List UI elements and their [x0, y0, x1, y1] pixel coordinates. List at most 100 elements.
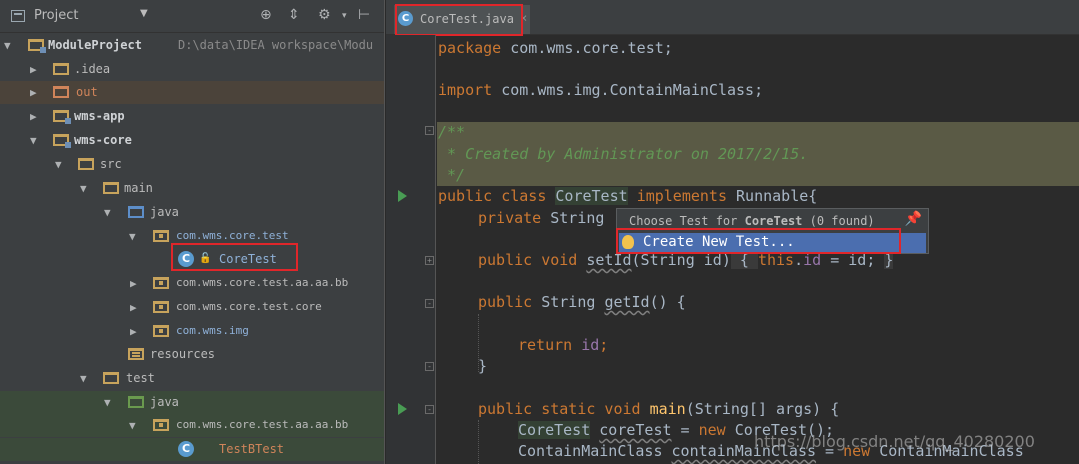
fold-icon[interactable]: + [425, 256, 434, 265]
fold-icon[interactable]: - [425, 299, 434, 308]
code-comment: * Created by Administrator on 2017/2/15. [438, 145, 809, 163]
module-icon [53, 110, 71, 124]
package-icon [153, 277, 169, 289]
watermark: https://blog.csdn.net/qq_40280200 [754, 432, 1035, 451]
tree-item-wms-app[interactable]: ▶ wms-app [0, 105, 384, 128]
code-line: public static void main(String[] args) { [478, 400, 840, 418]
source-root-icon [128, 206, 144, 218]
fold-icon[interactable]: - [425, 405, 434, 414]
code-line: import com.wms.img.ContainMainClass; [438, 81, 764, 99]
tree-item-package[interactable]: ▶ com.wms.core.test.core [0, 296, 384, 319]
fold-icon[interactable]: - [425, 126, 434, 135]
lock-icon: 🔓 [199, 253, 212, 264]
tree-item-package[interactable]: ▶ com.wms.core.test.aa.aa.bb [0, 272, 384, 295]
tree-item-label: com.wms.core.test.aa.aa.bb [176, 276, 349, 289]
chevron-right-icon[interactable]: ▶ [30, 110, 37, 123]
tree-item-label: out [76, 85, 98, 99]
fold-icon[interactable]: - [425, 362, 434, 371]
tree-item-main[interactable]: ▼ main [0, 177, 384, 200]
tree-item-package[interactable]: ▼ com.wms.core.test [0, 225, 384, 248]
popup-title: Choose Test for CoreTest (0 found) [629, 214, 875, 228]
package-icon [153, 230, 169, 242]
chevron-down-icon[interactable]: ▼ [140, 8, 148, 19]
project-view-selector[interactable]: Project [34, 8, 78, 23]
resources-root-icon [128, 348, 144, 360]
tree-item-label: .idea [74, 62, 111, 76]
gear-icon[interactable]: ⚙ [318, 7, 331, 23]
chevron-right-icon[interactable]: ▶ [130, 277, 137, 290]
tree-item-label: wms-app [74, 109, 125, 123]
code-line: private String [478, 209, 605, 227]
excluded-folder-icon [53, 86, 69, 98]
folder-icon [53, 63, 69, 75]
chevron-right-icon[interactable]: ▶ [130, 301, 137, 314]
indent-guide [478, 420, 479, 464]
project-toolbar: Project ▼ ⊕ ⇕ ⚙ ▾ ⊢ [0, 0, 384, 33]
package-icon [153, 301, 169, 313]
code-line: package com.wms.core.test; [438, 39, 673, 57]
code-line: } [478, 357, 488, 375]
tree-item-resources[interactable]: resources [0, 343, 384, 366]
project-view-icon [11, 10, 25, 22]
tree-item-label: test [126, 371, 155, 385]
tab-label: CoreTest.java [420, 12, 514, 26]
chevron-down-icon[interactable]: ▼ [80, 372, 87, 385]
tree-item-test-java[interactable]: ▼ java [0, 391, 384, 414]
run-icon[interactable] [398, 403, 407, 415]
lightbulb-icon [622, 235, 634, 249]
tree-item-java[interactable]: ▼ java [0, 201, 384, 224]
tree-item-label: ModuleProject [48, 38, 142, 52]
pin-icon[interactable]: 📌 [905, 211, 922, 227]
folder-icon [103, 372, 119, 384]
close-icon[interactable]: × [520, 11, 527, 25]
tree-item-testbtest[interactable]: C TestBTest [0, 438, 384, 461]
tree-item-package[interactable]: ▼ com.wms.core.test.aa.aa.bb [0, 414, 384, 437]
tree-item-label: com.wms.img [176, 324, 249, 337]
tree-item-moduleproject[interactable]: ▼ ModuleProject D:\data\IDEA workspace\M… [0, 34, 384, 57]
hide-icon[interactable]: ⊢ [358, 7, 370, 23]
tree-item-label: src [100, 157, 122, 171]
chevron-down-icon[interactable]: ▼ [55, 158, 62, 171]
tree-item-test[interactable]: ▼ test [0, 367, 384, 390]
tree-item-idea[interactable]: ▶ .idea [0, 58, 384, 81]
chevron-right-icon[interactable]: ▶ [30, 63, 37, 76]
tree-item-wms-core[interactable]: ▼ wms-core [0, 129, 384, 152]
tree-item-label: main [124, 181, 153, 195]
folder-icon [78, 158, 94, 170]
folder-icon [103, 182, 119, 194]
chevron-down-icon[interactable]: ▼ [104, 396, 111, 409]
package-icon [153, 419, 169, 431]
module-icon [53, 134, 71, 148]
tree-item-src[interactable]: ▼ src [0, 153, 384, 176]
gear-menu-caret-icon[interactable]: ▾ [342, 11, 347, 21]
module-icon [28, 39, 46, 53]
chevron-down-icon[interactable]: ▼ [4, 39, 11, 52]
chevron-down-icon[interactable]: ▼ [104, 206, 111, 219]
create-new-test-item[interactable]: Create New Test... [619, 233, 926, 253]
tree-item-package[interactable]: ▶ com.wms.img [0, 320, 384, 343]
chevron-down-icon[interactable]: ▼ [80, 182, 87, 195]
chevron-down-icon[interactable]: ▼ [129, 230, 136, 243]
chevron-right-icon[interactable]: ▶ [130, 325, 137, 338]
package-icon [153, 325, 169, 337]
run-icon[interactable] [398, 190, 407, 202]
popup-item-label: Create New Test... [643, 234, 795, 250]
code-comment: */ [438, 166, 466, 184]
chevron-down-icon[interactable]: ▼ [129, 419, 136, 432]
chevron-down-icon[interactable]: ▼ [30, 134, 37, 147]
tree-item-label: TestBTest [219, 442, 285, 456]
chevron-right-icon[interactable]: ▶ [30, 86, 37, 99]
class-icon: C [178, 251, 194, 267]
code-line: public String getId() { [478, 293, 686, 311]
code-comment: /** [438, 123, 466, 141]
tree-item-path: D:\data\IDEA workspace\Modu [178, 38, 374, 52]
code-line: return id; [518, 336, 609, 354]
collapse-icon[interactable]: ⇕ [288, 7, 300, 23]
tree-item-label: com.wms.core.test [176, 229, 289, 242]
test-root-icon [128, 396, 144, 408]
tree-item-coretest[interactable]: C 🔓 CoreTest [0, 248, 384, 271]
tree-item-label: CoreTest [219, 252, 277, 266]
tree-item-out[interactable]: ▶ out [0, 81, 384, 104]
tab-coretest-java[interactable]: C CoreTest.java × [394, 5, 530, 34]
target-icon[interactable]: ⊕ [260, 7, 272, 23]
